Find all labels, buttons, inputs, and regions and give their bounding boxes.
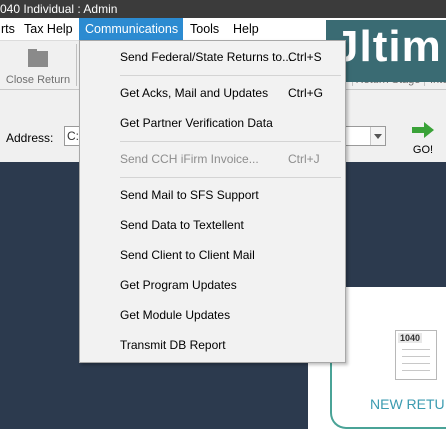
arrow-right-icon	[412, 122, 434, 138]
toolbar-divider	[76, 44, 77, 86]
window-title: 040 Individual : Admin	[0, 2, 118, 16]
menu-item-label: Get Program Updates	[120, 278, 237, 292]
menu-item-label: Get Acks, Mail and Updates	[120, 86, 269, 100]
menu-item-shortcut: Ctrl+S	[288, 50, 322, 64]
menu-separator	[120, 141, 341, 142]
form-tag: 1040	[398, 333, 423, 343]
menu-item-label: Send Federal/State Returns to...	[120, 50, 293, 64]
menu-item-module-updates[interactable]: Get Module Updates	[80, 304, 345, 326]
form-line	[402, 356, 430, 357]
folder-close-icon	[28, 49, 48, 67]
form-1040-icon: 1040	[395, 330, 437, 380]
go-label: GO!	[412, 144, 434, 156]
banner-title: Jltim	[334, 22, 442, 71]
menu-item-label: Send Mail to SFS Support	[120, 188, 259, 202]
menu-item-send-mail-sfs[interactable]: Send Mail to SFS Support	[80, 184, 345, 206]
address-dropdown-button[interactable]	[370, 127, 385, 145]
menu-item-label: Get Partner Verification Data	[120, 116, 273, 130]
close-return-button[interactable]: Close Return	[0, 41, 76, 88]
menu-tax-help[interactable]: Tax Help	[20, 18, 76, 40]
menu-help[interactable]: Help	[229, 18, 265, 40]
form-line	[402, 370, 430, 371]
menu-item-partner-verification[interactable]: Get Partner Verification Data	[80, 112, 345, 134]
menu-item-label: Send Data to Textellent	[120, 218, 244, 232]
menu-item-label: Get Module Updates	[120, 308, 231, 322]
address-label: Address:	[6, 131, 54, 145]
menu-separator	[120, 75, 341, 76]
menu-item-shortcut: Ctrl+J	[288, 152, 320, 166]
menu-item-client-to-client[interactable]: Send Client to Client Mail	[80, 244, 345, 266]
communications-menu: Send Federal/State Returns to... Ctrl+S …	[79, 40, 346, 363]
window-title-bar: 040 Individual : Admin	[0, 0, 446, 18]
menu-tools[interactable]: Tools	[186, 18, 226, 40]
menu-communications[interactable]: Communications	[79, 18, 183, 40]
menu-item-shortcut: Ctrl+G	[288, 86, 324, 100]
form-line	[402, 363, 430, 364]
menu-item-label: Send CCH iFirm Invoice...	[120, 152, 259, 166]
new-return-label[interactable]: NEW RETU	[370, 396, 445, 412]
menu-separator	[120, 177, 341, 178]
close-return-label: Close Return	[5, 74, 71, 86]
menu-item-send-returns[interactable]: Send Federal/State Returns to... Ctrl+S	[80, 46, 345, 68]
menu-item-label: Transmit DB Report	[120, 338, 226, 352]
go-button[interactable]: GO!	[408, 118, 438, 160]
menu-item-transmit-db-report[interactable]: Transmit DB Report	[80, 334, 345, 356]
form-line	[402, 349, 430, 350]
menu-item-send-textellent[interactable]: Send Data to Textellent	[80, 214, 345, 236]
menu-item-label: Send Client to Client Mail	[120, 248, 255, 262]
menu-item-send-ifirm-invoice: Send CCH iFirm Invoice... Ctrl+J	[80, 148, 345, 170]
menu-reports[interactable]: rts	[0, 18, 19, 40]
menu-item-get-acks[interactable]: Get Acks, Mail and Updates Ctrl+G	[80, 82, 345, 104]
menu-item-program-updates[interactable]: Get Program Updates	[80, 274, 345, 296]
